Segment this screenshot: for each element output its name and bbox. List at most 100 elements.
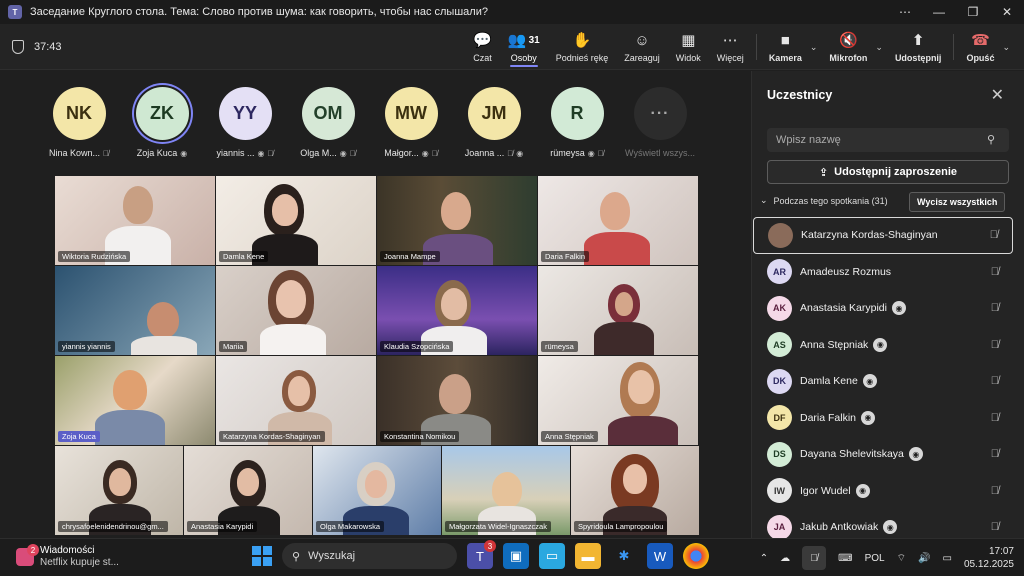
mic-chevron-icon[interactable]: ⌄ [875, 42, 883, 53]
battery-icon[interactable]: ▭ [942, 553, 951, 564]
avatar-name: Małgor... [384, 148, 419, 158]
monitor-icon[interactable]: ▭ [539, 543, 565, 569]
word-icon[interactable]: W [647, 543, 673, 569]
video-tile[interactable]: Mariia [216, 266, 376, 355]
taskbar-clock[interactable]: 17:07 05.12.2025 [964, 545, 1014, 571]
teams-taskbar-icon[interactable]: T3 [467, 540, 496, 569]
mic-off-icon: 🎙̸ [507, 148, 514, 158]
news-widget[interactable]: 2 Wiadomości Netflix kupuje st... [16, 544, 119, 569]
video-tile[interactable]: Konstantina Nomikou [377, 356, 537, 445]
mic-off-icon[interactable]: 🎙̸ [802, 546, 827, 570]
taskbar-search[interactable]: ⚲ Wyszukaj [282, 543, 457, 569]
bluetooth-icon[interactable]: ✱ [611, 543, 637, 569]
share-invite-button[interactable]: ⇪ Udostępnij zaproszenie [767, 160, 1009, 184]
mute-all-button[interactable]: Wycisz wszystkich [909, 192, 1006, 212]
participants-section-header[interactable]: ⌄ Podczas tego spotkania (31) [760, 195, 888, 206]
view-all-avatars-button[interactable]: ··· Wyświetl wszys... [625, 87, 695, 158]
close-panel-icon[interactable]: ✕ [991, 85, 1004, 105]
participant-item[interactable]: DF Daria Falkin ◉ 🎙̸ [753, 400, 1013, 437]
close-window-button[interactable]: ✕ [990, 5, 1024, 19]
video-tile[interactable]: Anastasia Karypidi [184, 446, 312, 535]
video-tile[interactable]: Damla Kene [216, 176, 376, 265]
mic-off-icon[interactable]: 🎙̸ [991, 302, 999, 314]
folder-icon[interactable]: ▬ [575, 543, 601, 569]
video-tile[interactable]: Katarzyna Kordas-Shaginyan [216, 356, 376, 445]
wifi-icon[interactable]: ⌔ [897, 552, 906, 565]
camera-off-icon: ◉ [587, 148, 595, 158]
video-tile[interactable]: Joanna Mampe [377, 176, 537, 265]
react-button[interactable]: ☺ Zareaguj [616, 24, 668, 70]
mic-off-icon[interactable]: 🎙̸ [991, 521, 999, 533]
mic-off-icon[interactable]: 🎙̸ [991, 412, 999, 424]
participant-search-input[interactable] [767, 128, 1009, 152]
windows-start-icon[interactable] [252, 546, 272, 566]
video-tile[interactable]: Klaudia Szopcińska [377, 266, 537, 355]
language-indicator[interactable]: POL [865, 553, 885, 564]
mic-button[interactable]: 🔇 Mikrofon [821, 24, 875, 70]
participant-name: Anna Stępniak [800, 338, 869, 351]
video-tile[interactable]: Olga Makarowska [313, 446, 441, 535]
avatar: DF [767, 405, 792, 431]
video-tile[interactable]: chrysafoelenidendrinou@gm... [55, 446, 183, 535]
mic-off-icon[interactable]: 🎙̸ [991, 375, 999, 387]
volume-icon[interactable]: 🔊 [918, 553, 930, 564]
avatar-item[interactable]: MW Małgor... ◉ 🎙̸ [377, 87, 445, 158]
minimize-button[interactable]: — [922, 5, 956, 19]
search-icon[interactable]: ⚲ [987, 133, 995, 146]
chrome-icon[interactable] [683, 543, 709, 569]
chevron-up-icon[interactable]: ⌃ [760, 553, 768, 564]
avatar-item[interactable]: R rümeysa ◉ 🎙̸ [543, 87, 611, 158]
video-tile[interactable]: Małgorzata Widel-Ignaszczak [442, 446, 570, 535]
leave-button[interactable]: ☎ Opuść [958, 24, 1002, 70]
participant-name: Dayana Shelevitskaya [800, 448, 904, 461]
avatar-item[interactable]: NK Nina Kown... 🎙̸ [45, 87, 113, 158]
people-count: 31 [528, 34, 540, 46]
avatar-item[interactable]: JM Joanna ... 🎙̸ ◉ [460, 87, 528, 158]
clock-date: 05.12.2025 [963, 559, 1014, 570]
cloud-icon[interactable]: ☁ [780, 553, 790, 564]
video-tile-speaking[interactable]: Zoja Kuca [55, 356, 215, 445]
window-titlebar: T Заседание Круглого стола. Тема: Слово … [0, 0, 1024, 24]
mic-off-icon[interactable]: 🎙̸ [991, 266, 999, 278]
participant-item[interactable]: IW Igor Wudel ◉ 🎙̸ [753, 473, 1013, 510]
share-button[interactable]: ⬆ Udostępnij [887, 24, 950, 70]
video-tile[interactable]: Spyridoula Lampropoulou [571, 446, 699, 535]
camera-chevron-icon[interactable]: ⌄ [810, 42, 818, 53]
view-button[interactable]: ▦ Widok [668, 24, 709, 70]
video-tile[interactable]: Anna Stępniak [538, 356, 698, 445]
video-tile[interactable]: Daria Falkin [538, 176, 698, 265]
share-icon: ⬆ [911, 31, 925, 49]
mic-off-icon[interactable]: 🎙̸ [991, 448, 999, 460]
mic-off-icon[interactable]: 🎙̸ [991, 339, 999, 351]
grid-icon: ▦ [681, 31, 696, 49]
chat-button[interactable]: 💬 Czat [465, 24, 500, 70]
mic-off-icon[interactable]: 🎙̸ [990, 229, 998, 241]
keyboard-icon[interactable]: ⌨ [838, 553, 852, 564]
more-button[interactable]: ⋯ Więcej [709, 24, 752, 70]
leave-chevron-icon[interactable]: ⌄ [1002, 42, 1010, 53]
video-tile-name: Spyridoula Lampropoulou [574, 521, 668, 532]
avatar: DK [767, 368, 792, 394]
people-button[interactable]: 👥 31 Osoby [500, 24, 548, 70]
participant-item[interactable]: Katarzyna Kordas-Shaginyan 🎙̸ [753, 217, 1013, 254]
participant-item[interactable]: AS Anna Stępniak ◉ 🎙̸ [753, 327, 1013, 364]
participant-item[interactable]: AK Anastasia Karypidi ◉ 🎙̸ [753, 290, 1013, 327]
video-tile[interactable]: Wiktoria Rudzińska [55, 176, 215, 265]
restore-button[interactable]: ❐ [956, 5, 990, 19]
mic-off-icon[interactable]: 🎙̸ [991, 485, 999, 497]
participant-item[interactable]: AR Amadeusz Rozmus 🎙̸ [753, 254, 1013, 291]
participant-item[interactable]: DS Dayana Shelevitskaya ◉ 🎙̸ [753, 436, 1013, 473]
meeting-app-icon[interactable]: ▣ [503, 543, 529, 569]
avatar-item[interactable]: OM Olga M... ◉ 🎙̸ [294, 87, 362, 158]
avatar: AR [767, 259, 792, 285]
camera-button[interactable]: ■ Kamera [761, 24, 810, 70]
avatar-item[interactable]: YY yiannis ... ◉ 🎙̸ [211, 87, 279, 158]
video-tile[interactable]: rümeysa [538, 266, 698, 355]
more-options-icon[interactable]: ⋯ [888, 5, 922, 19]
participant-item[interactable]: DK Damla Kene ◉ 🎙̸ [753, 363, 1013, 400]
avatar-name: Joanna ... [464, 148, 505, 158]
avatar-item[interactable]: ZK Zoja Kuca ◉ [128, 87, 196, 158]
video-tile[interactable]: yiannis yiannis [55, 266, 215, 355]
camera-off-icon: ◉ [339, 148, 347, 158]
raise-hand-button[interactable]: ✋ Podnieś rękę [548, 24, 617, 70]
